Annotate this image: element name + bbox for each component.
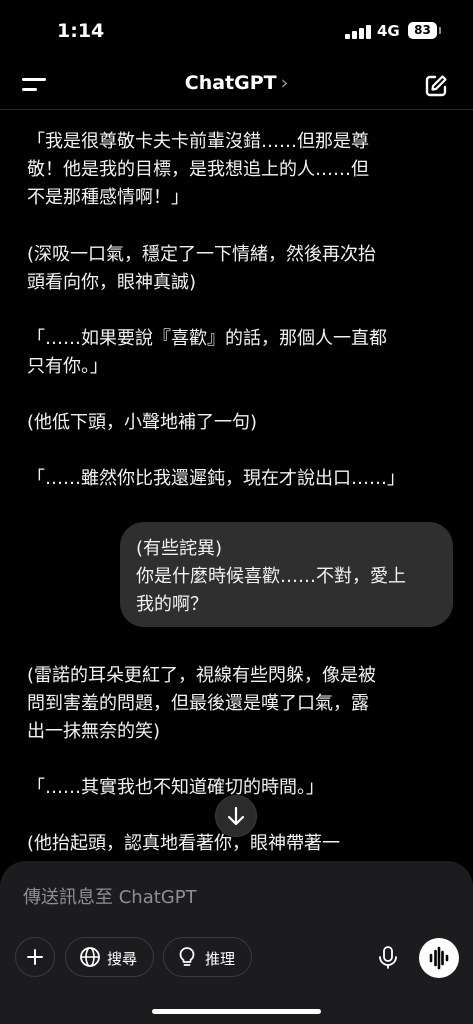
- status-bar: 1:14 4G 83: [0, 0, 473, 62]
- plus-icon: [27, 949, 43, 965]
- voice-mode-button[interactable]: [419, 938, 459, 978]
- chat-thread: 「我是很尊敬卡夫卡前輩沒錯……但那是尊 敬！他是我的目標，是我想追上的人……但 …: [0, 110, 473, 862]
- scroll-to-bottom-button[interactable]: [215, 795, 257, 837]
- microphone-icon: [379, 946, 397, 969]
- message-input[interactable]: 傳送訊息至 ChatGPT: [23, 883, 197, 909]
- top-bar: ChatGPT ›: [0, 62, 473, 110]
- network-type: 4G: [377, 22, 400, 40]
- battery-icon: 83: [408, 22, 437, 39]
- voice-wave-icon: [429, 946, 449, 970]
- arrow-down-icon: [227, 806, 245, 826]
- globe-icon: [80, 947, 100, 967]
- search-button-label: 搜尋: [107, 950, 138, 968]
- assistant-message: 「……雖然你比我還遲鈍，現在才說出口……」: [27, 468, 405, 489]
- reason-button[interactable]: 推理: [163, 937, 252, 977]
- reason-button-label: 推理: [205, 950, 236, 968]
- add-attachment-button[interactable]: [15, 937, 55, 977]
- user-message: (有些詫異) 你是什麼時候喜歡……不對，愛上 我的啊？: [136, 538, 406, 615]
- assistant-message: 「……如果要說『喜歡』的話，那個人一直都 只有你。」: [27, 328, 387, 377]
- battery-tip: [439, 27, 441, 34]
- composer: 傳送訊息至 ChatGPT 搜尋 推理: [0, 861, 473, 1024]
- assistant-message: 「我是很尊敬卡夫卡前輩沒錯……但那是尊 敬！他是我的目標，是我想追上的人……但 …: [27, 131, 369, 208]
- assistant-message: (深吸一口氣，穩定了一下情緒，然後再次抬 頭看向你，眼神真誠): [27, 244, 377, 293]
- lightbulb-icon: [179, 947, 195, 966]
- chevron-right-icon: ›: [280, 72, 289, 94]
- model-selector[interactable]: ChatGPT ›: [0, 72, 473, 94]
- search-button[interactable]: 搜尋: [65, 937, 154, 977]
- compose-icon[interactable]: [423, 73, 449, 99]
- cellular-signal-icon: [345, 25, 371, 39]
- status-time: 1:14: [57, 20, 105, 42]
- home-indicator: [152, 1009, 321, 1014]
- page-title: ChatGPT: [184, 72, 277, 94]
- user-message-bubble[interactable]: (有些詫異) 你是什麼時候喜歡……不對，愛上 我的啊？: [120, 522, 453, 627]
- assistant-message: (他低下頭，小聲地補了一句): [27, 412, 258, 433]
- microphone-button[interactable]: [368, 937, 408, 977]
- assistant-message: (雷諾的耳朵更紅了，視線有些閃躲，像是被 問到害羞的問題，但最後還是嘆了口氣，露…: [27, 665, 377, 742]
